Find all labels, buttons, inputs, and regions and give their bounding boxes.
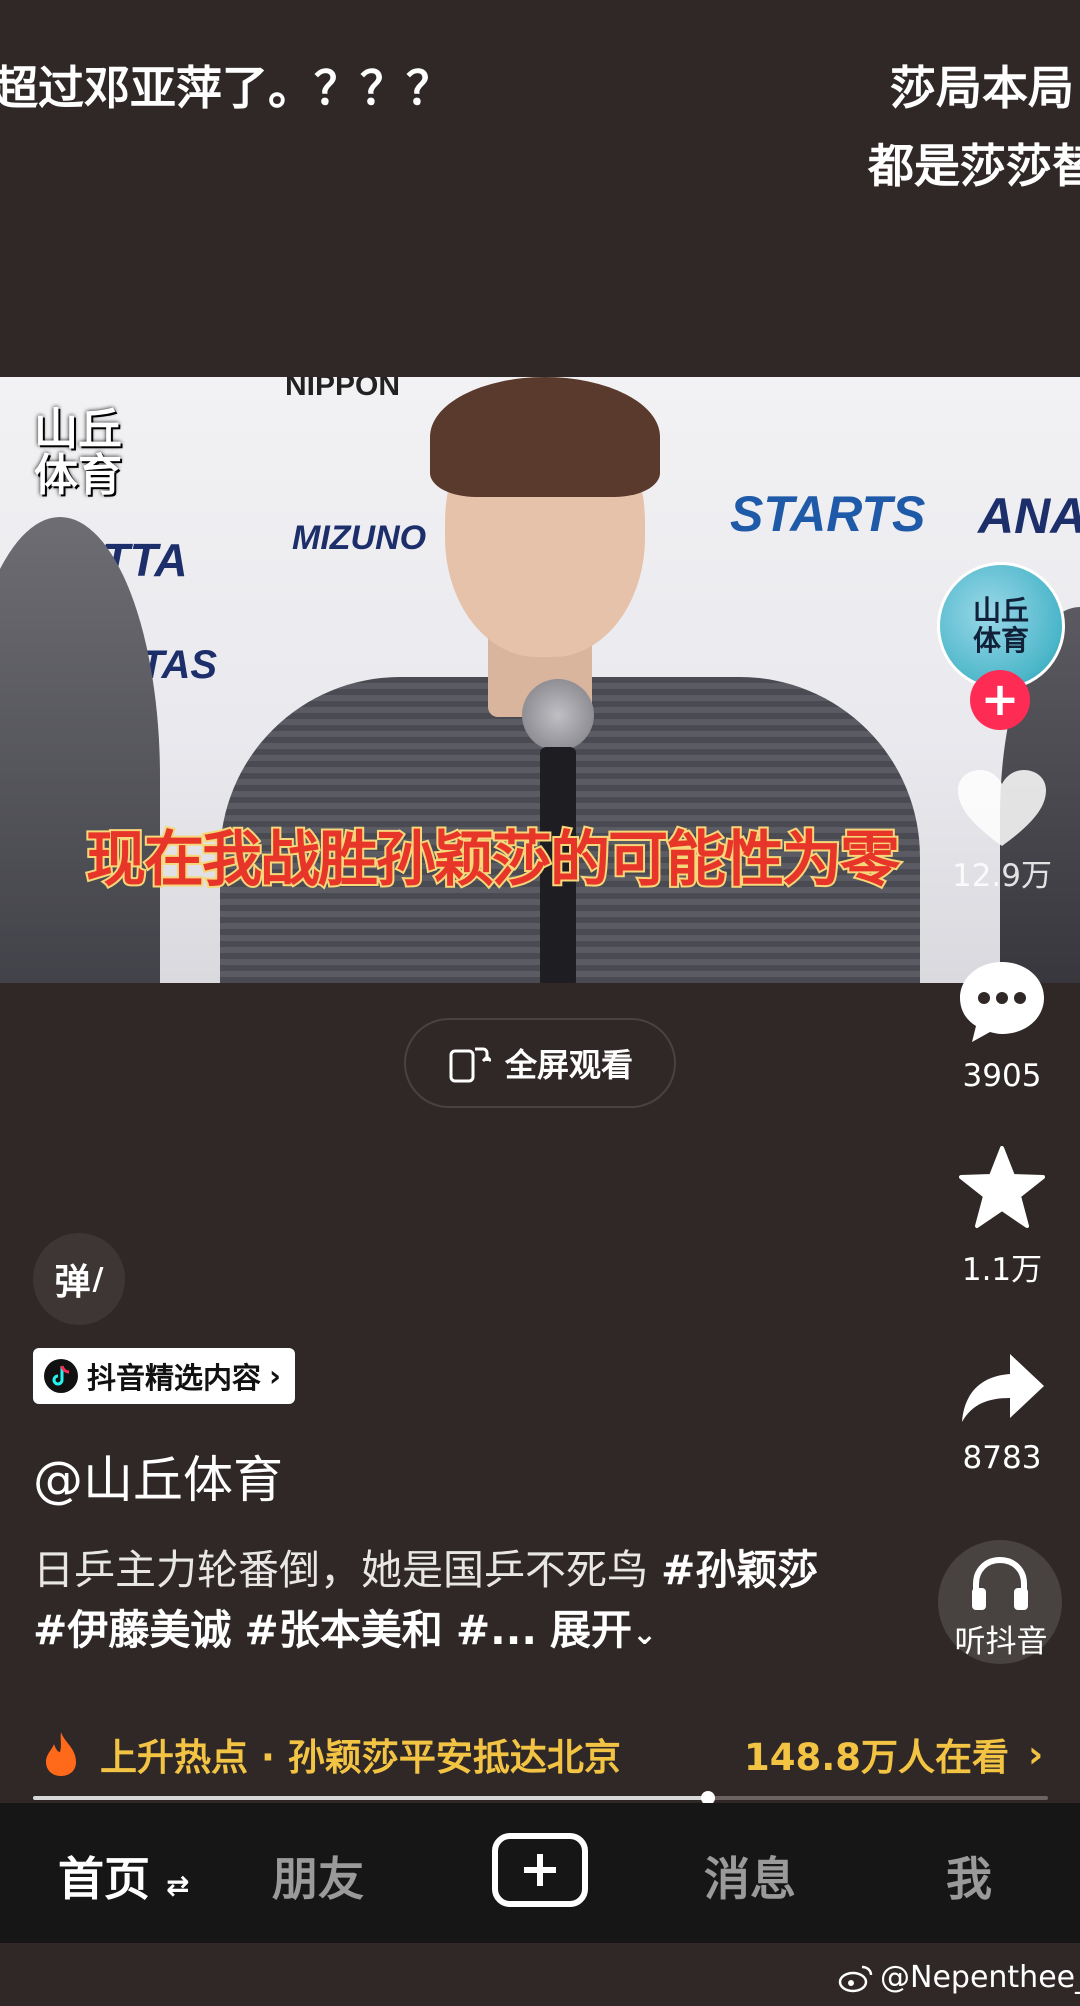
hashtag-link[interactable]: #...: [456, 1606, 537, 1654]
weibo-handle: @Nepenthee_: [880, 1960, 1080, 1995]
sponsor-logo: NIPPON: [285, 377, 401, 402]
channel-watermark: 山丘 体育: [34, 404, 122, 501]
tab-me[interactable]: 我: [946, 1843, 992, 1909]
follow-button[interactable]: +: [970, 670, 1030, 730]
chevron-down-icon: ⌄: [631, 1617, 658, 1652]
sponsor-logo: MIZUNO: [292, 519, 427, 557]
trending-viewers: 148.8万人在看: [744, 1736, 1010, 1779]
fullscreen-button[interactable]: 全屏观看: [404, 1018, 676, 1108]
weibo-logo-icon: [838, 1965, 873, 1992]
danmaku-comment: 莎局本局: [890, 61, 1074, 115]
player-hair: [430, 377, 660, 497]
expand-button[interactable]: 展开⌄: [550, 1606, 657, 1654]
bottom-tab-bar: 首页 ⇄ 朋友 消息 我: [0, 1803, 1080, 1943]
comment-icon: [960, 962, 1044, 1042]
favorite-button[interactable]: 1.1万: [947, 1146, 1057, 1289]
featured-badge-label: 抖音精选内容: [87, 1361, 262, 1395]
like-count: 12.9万: [951, 858, 1053, 894]
description-text: 日乒主力轮番倒，她是国乒不死鸟: [33, 1546, 662, 1594]
like-button[interactable]: 12.9万: [947, 768, 1057, 895]
tab-messages[interactable]: 消息: [704, 1843, 796, 1909]
listen-label: 听抖音: [954, 1624, 1048, 1660]
chevron-right-icon: ›: [269, 1359, 281, 1393]
hashtag-link[interactable]: #张本美和: [244, 1606, 442, 1654]
tab-home[interactable]: 首页 ⇄: [58, 1843, 189, 1909]
sponsor-logo: ANA: [978, 488, 1080, 544]
trending-topic-bar[interactable]: 上升热点 · 孙颖莎平安抵达北京 148.8万人在看 ›: [0, 1722, 1080, 1786]
trending-title: 上升热点 · 孙颖莎平安抵达北京: [100, 1736, 621, 1779]
heart-icon: [958, 770, 1046, 846]
douyin-logo-icon: [44, 1359, 78, 1393]
tab-home-label: 首页: [58, 1852, 150, 1906]
tab-friends[interactable]: 朋友: [272, 1843, 364, 1909]
fullscreen-label: 全屏观看: [504, 1046, 633, 1084]
progress-fill: [33, 1796, 708, 1800]
sponsor-logo: STARTS: [730, 486, 926, 542]
share-count: 8783: [962, 1440, 1042, 1476]
chevron-right-icon: ›: [1028, 1732, 1044, 1776]
comment-count: 3905: [962, 1058, 1042, 1094]
featured-content-badge[interactable]: 抖音精选内容 ›: [33, 1348, 295, 1404]
star-icon: [959, 1146, 1045, 1228]
video-progress-bar[interactable]: [33, 1791, 1048, 1805]
comment-button[interactable]: 3905: [947, 958, 1057, 1094]
expand-label: 展开: [549, 1606, 632, 1654]
weibo-watermark: @Nepenthee_: [838, 1960, 1080, 1995]
headphones-icon: [972, 1556, 1028, 1610]
video-caption: 现在我战胜孙颖莎的可能性为零: [84, 823, 902, 897]
danmaku-toggle-button[interactable]: 弹 /: [33, 1233, 125, 1325]
danmaku-comment: 超过邓亚萍了。？？？: [0, 61, 452, 115]
share-arrow-icon: [962, 1354, 1044, 1422]
danmaku-comment: 都是莎莎替: [868, 139, 1080, 193]
slash-icon: /: [92, 1261, 104, 1297]
plus-icon: [524, 1854, 556, 1886]
hashtag-link[interactable]: #伊藤美诚: [33, 1606, 231, 1654]
create-post-button[interactable]: [492, 1833, 588, 1907]
video-description[interactable]: 日乒主力轮番倒，她是国乒不死鸟 #孙颖莎 #伊藤美诚 #张本美和 #... 展开…: [33, 1540, 833, 1665]
favorite-count: 1.1万: [961, 1252, 1043, 1288]
hashtag-link[interactable]: #孙颖莎: [661, 1546, 818, 1594]
video-player[interactable]: NIPPON JTTA MIZUNO STARTS ANA TAS 山丘 体育 …: [0, 377, 1080, 983]
danmaku-toggle-label: 弹: [54, 1262, 91, 1303]
flame-icon: [46, 1732, 76, 1776]
share-button[interactable]: 8783: [947, 1350, 1057, 1476]
microphone: [522, 679, 594, 751]
rotate-screen-icon: [449, 1047, 491, 1083]
switch-arrows-icon: ⇄: [166, 1869, 190, 1902]
author-name[interactable]: @山丘体育: [33, 1440, 283, 1512]
